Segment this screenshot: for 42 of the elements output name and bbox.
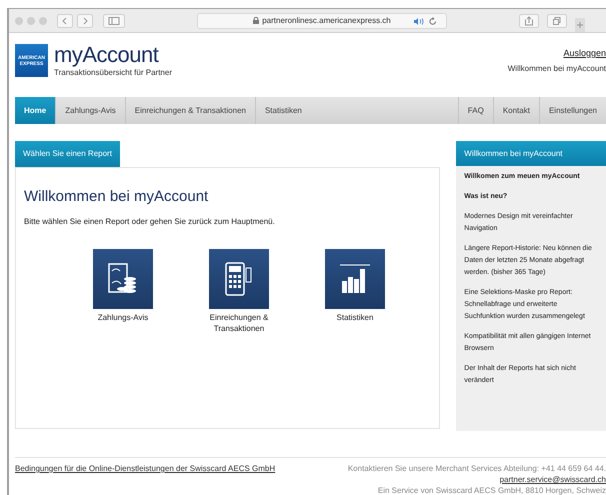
- logout-link[interactable]: Ausloggen: [563, 47, 606, 60]
- minimize-window-icon[interactable]: [27, 16, 35, 24]
- report-label[interactable]: Zahlungs-Avis: [98, 312, 148, 322]
- speaker-icon[interactable]: [414, 18, 424, 24]
- banknote-coins-icon: [108, 262, 138, 294]
- report-label[interactable]: Statistiken: [336, 312, 374, 322]
- zoom-window-icon[interactable]: [39, 16, 47, 24]
- reload-icon[interactable]: [429, 16, 437, 26]
- terms-link[interactable]: Bedingungen für die Online-Dienstleistungen der Swisscard AECS GmbH: [15, 463, 276, 475]
- close-window-icon[interactable]: [15, 16, 23, 24]
- nav-tab[interactable]: Einreichungen & Transaktionen: [124, 97, 255, 124]
- nav-tab[interactable]: Kontakt: [492, 97, 539, 124]
- welcome-text: Willkommen bei myAccount: [508, 62, 606, 74]
- sidebar-icon[interactable]: [103, 14, 125, 28]
- address-bar[interactable]: partneronlinesc.americanexpress.ch: [197, 12, 447, 28]
- nav-tab[interactable]: FAQ: [458, 97, 493, 124]
- share-icon[interactable]: [519, 14, 539, 28]
- nav-tab[interactable]: Home: [15, 97, 56, 124]
- url-text: partneronlinesc.americanexpress.ch: [262, 14, 391, 26]
- nav-tab[interactable]: Einstellungen: [538, 97, 606, 124]
- sidebar-title: Willkommen bei myAccount: [456, 141, 606, 166]
- back-icon[interactable]: [57, 14, 73, 28]
- site-title: myAccount: [54, 44, 160, 66]
- report-tile[interactable]: [93, 248, 153, 308]
- card-terminal-icon: [225, 262, 253, 296]
- report-label[interactable]: Einreichungen & Transaktionen: [204, 312, 274, 334]
- report-tile[interactable]: [325, 248, 385, 308]
- contact-text: Kontaktieren Sie unsere Merchant Services Abteilung: +41 44 659 64 44.: [348, 463, 606, 474]
- site-subtitle: Transaktionsübersicht für Partner: [54, 67, 172, 79]
- tabs-icon[interactable]: [547, 14, 567, 28]
- service-text: Ein Service von Swisscard AECS GmbH, 8810 Horgen, Schweiz: [378, 485, 606, 495]
- welcome-heading: Willkommen bei myAccount: [24, 187, 210, 207]
- report-tile[interactable]: [209, 248, 269, 308]
- bar-chart-icon: [340, 264, 370, 294]
- lock-icon: [253, 17, 260, 24]
- new-tab-icon[interactable]: [575, 18, 585, 32]
- report-tab[interactable]: Wählen Sie einen Report: [15, 141, 120, 167]
- email-link[interactable]: partner.service@swisscard.ch: [500, 474, 606, 485]
- nav-tab[interactable]: Zahlungs-Avis: [55, 97, 125, 124]
- intro-text: Bitte wählen Sie einen Report oder gehen Sie zurück zum Hauptmenü.: [24, 216, 276, 228]
- nav-tab[interactable]: Statistiken: [254, 97, 311, 124]
- forward-icon[interactable]: [77, 14, 93, 28]
